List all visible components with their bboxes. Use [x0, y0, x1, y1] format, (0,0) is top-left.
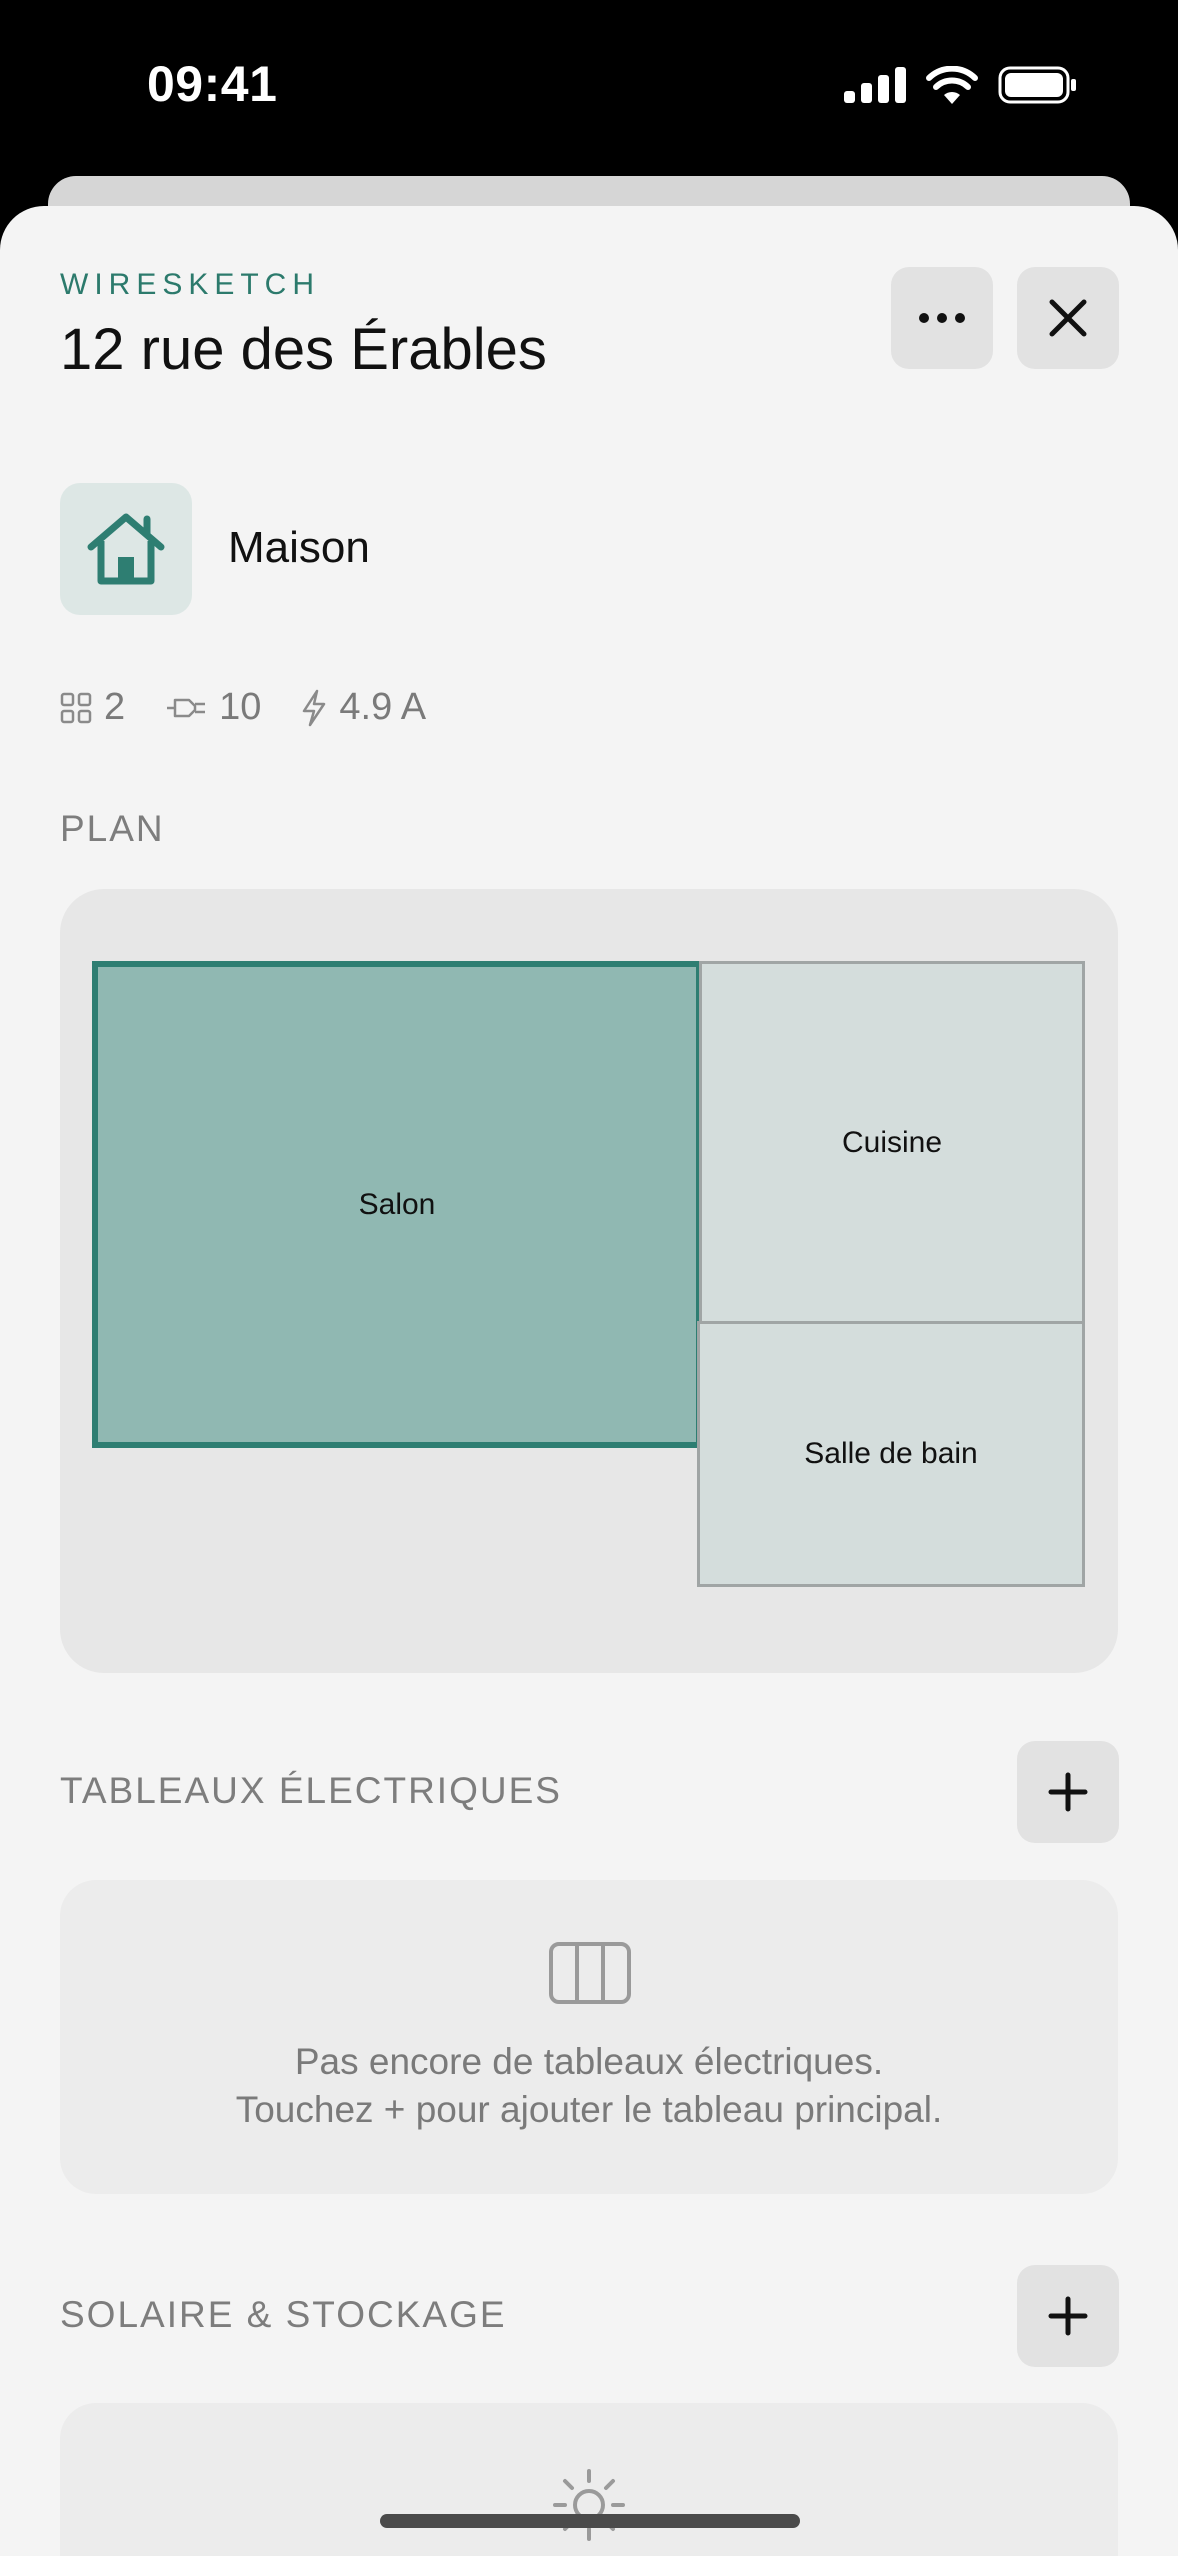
wifi-icon: [926, 66, 978, 104]
property-stats: 2 10 4.9 A: [60, 686, 466, 729]
electrical-panel-icon: [549, 1942, 631, 2004]
outlets-count: 10: [219, 686, 262, 728]
room-label: Salon: [358, 1187, 436, 1221]
room-label: Cuisine: [841, 1125, 943, 1159]
more-options-button[interactable]: [891, 267, 993, 369]
ellipsis-icon: [919, 313, 965, 323]
add-solar-button[interactable]: [1017, 2265, 1119, 2367]
plus-icon: [1048, 1772, 1088, 1812]
app-brand: WIRESKETCH: [60, 268, 321, 301]
solar-section-label: SOLAIRE & STOCKAGE: [60, 2294, 507, 2335]
outlets-stat: 10: [165, 686, 261, 729]
lightning-icon: [303, 689, 326, 726]
solar-empty-state: [60, 2403, 1118, 2556]
room-label: Salle de bain: [804, 1437, 978, 1470]
panels-empty-line1: Pas encore de tableaux électriques.: [294, 2041, 884, 2082]
room-salle-de-bain[interactable]: Salle de bain: [697, 1321, 1085, 1587]
status-icons: [844, 66, 1078, 104]
panels-section-label: TABLEAUX ÉLECTRIQUES: [60, 1770, 562, 1811]
page-title: 12 rue des Érables: [60, 317, 547, 382]
rooms-count: 2: [104, 686, 126, 728]
house-icon: [87, 513, 165, 585]
property-type-label: Maison: [228, 523, 370, 572]
battery-icon: [998, 66, 1076, 104]
rooms-stat: 2: [60, 686, 125, 729]
property-sheet: WIRESKETCH 12 rue des Érables Maison 2 1…: [0, 206, 1178, 2556]
close-button[interactable]: [1017, 267, 1119, 369]
status-bar: 09:41: [0, 0, 1178, 176]
panels-empty-line2: Touchez + pour ajouter le tableau princi…: [235, 2089, 943, 2130]
room-salon[interactable]: Salon: [92, 961, 702, 1448]
panels-empty-state: Pas encore de tableaux électriques. Touc…: [60, 1880, 1118, 2194]
status-time: 09:41: [147, 56, 278, 112]
sun-icon: [553, 2469, 625, 2541]
close-icon: [1049, 299, 1087, 337]
rooms-grid-icon: [60, 692, 92, 723]
current-stat: 4.9 A: [301, 686, 426, 729]
room-cuisine[interactable]: Cuisine: [699, 961, 1085, 1324]
plan-section-label: PLAN: [60, 808, 165, 849]
floor-plan: Salon Cuisine Salle de bain: [60, 889, 1118, 1673]
plus-icon: [1048, 2296, 1088, 2336]
add-panel-button[interactable]: [1017, 1741, 1119, 1843]
home-indicator[interactable]: [380, 2514, 800, 2528]
current-value: 4.9 A: [339, 686, 427, 728]
cellular-signal-icon: [844, 67, 906, 103]
property-type-tile[interactable]: [60, 483, 192, 615]
plug-icon: [167, 698, 206, 717]
